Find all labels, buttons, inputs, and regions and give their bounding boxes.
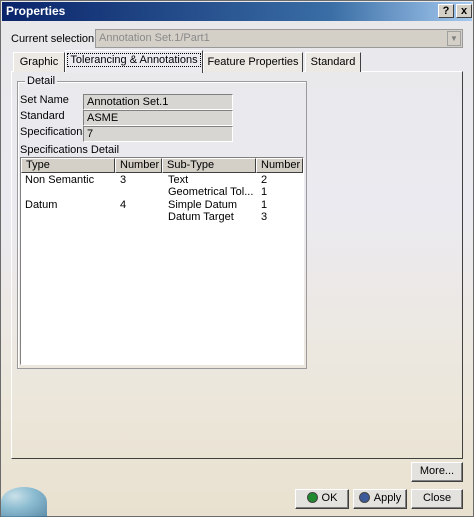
apply-button[interactable]: Apply: [353, 489, 407, 509]
standard-label: Standard: [20, 110, 65, 122]
ok-icon: [306, 492, 318, 503]
current-selection-combo[interactable]: Annotation Set.1/Part1 ▼: [95, 29, 463, 48]
column-header-sub-number[interactable]: Number: [256, 158, 303, 173]
column-header-number[interactable]: Number: [115, 158, 162, 173]
apply-button-label: Apply: [373, 492, 402, 504]
specifications-field: 7: [83, 126, 233, 142]
globe-logo: [1, 487, 47, 517]
more-button[interactable]: More...: [411, 462, 463, 482]
tab-graphic[interactable]: Graphic: [13, 52, 65, 72]
current-selection-label: Current selection :: [11, 33, 101, 45]
column-header-sub-type[interactable]: Sub-Type: [162, 158, 256, 173]
close-button[interactable]: Close: [411, 489, 463, 509]
close-button-label: Close: [422, 492, 452, 504]
more-button-label: More...: [419, 465, 455, 477]
cell-sub-type: Datum Target: [168, 211, 234, 223]
tab-standard[interactable]: Standard: [305, 52, 361, 72]
cell-sub-type: Geometrical Tol...: [168, 186, 254, 198]
cell-sub-number: 1: [261, 186, 268, 198]
detail-group-title: Detail: [25, 75, 58, 87]
specifications-table[interactable]: Type Number Sub-Type Number Non Semantic…: [20, 157, 304, 365]
standard-field: ASME: [83, 110, 233, 126]
ok-button-label: OK: [321, 492, 338, 504]
ok-button[interactable]: OK: [295, 489, 349, 509]
window-title: Properties: [6, 4, 66, 18]
set-name-label: Set Name: [20, 94, 69, 106]
help-button[interactable]: ?: [438, 4, 454, 18]
specifications-detail-label: Specifications Detail: [20, 144, 120, 156]
apply-icon: [358, 492, 370, 503]
cell-sub-number: 3: [261, 211, 268, 223]
chevron-down-icon[interactable]: ▼: [447, 31, 461, 46]
set-name-field: Annotation Set.1: [83, 94, 233, 110]
current-selection-value: Annotation Set.1/Part1: [99, 32, 210, 44]
tab-feature-properties-label: Feature Properties: [207, 56, 299, 68]
tab-feature-properties[interactable]: Feature Properties: [203, 52, 303, 72]
column-header-type[interactable]: Type: [21, 158, 115, 173]
tab-tolerancing-annotations[interactable]: Tolerancing & Annotations: [65, 50, 203, 73]
close-window-button[interactable]: x: [456, 4, 472, 18]
tab-graphic-label: Graphic: [19, 56, 59, 68]
title-bar: Properties: [2, 2, 472, 21]
table-row[interactable]: Geometrical Tol... 1: [21, 186, 303, 199]
specifications-label: Specifications: [20, 126, 88, 138]
tab-standard-label: Standard: [310, 56, 356, 68]
table-row[interactable]: Datum Target 3: [21, 211, 303, 224]
properties-dialog: Properties ? x Current selection : Annot…: [0, 0, 474, 517]
tab-tolerancing-annotations-label: Tolerancing & Annotations: [67, 53, 201, 67]
